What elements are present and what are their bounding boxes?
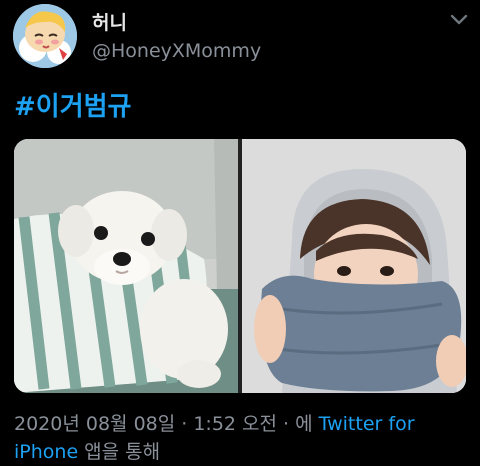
avatar[interactable] bbox=[13, 4, 77, 68]
user-handle[interactable]: @HoneyXMommy bbox=[92, 40, 261, 62]
timestamp-datetime[interactable]: 2020년 08월 08일 · 1:52 오전 · 에 bbox=[14, 413, 319, 435]
hashtag-link[interactable]: #이거범규 bbox=[14, 86, 131, 123]
display-name[interactable]: 허니 bbox=[92, 8, 127, 35]
dog-photo[interactable] bbox=[14, 139, 238, 393]
chevron-down-icon[interactable] bbox=[448, 12, 470, 28]
person-photo[interactable] bbox=[242, 139, 466, 393]
media-grid bbox=[14, 139, 466, 393]
tweet-timestamp: 2020년 08월 08일 · 1:52 오전 · 에 Twitter for … bbox=[14, 410, 474, 466]
timestamp-suffix: 앱을 통해 bbox=[78, 441, 161, 463]
